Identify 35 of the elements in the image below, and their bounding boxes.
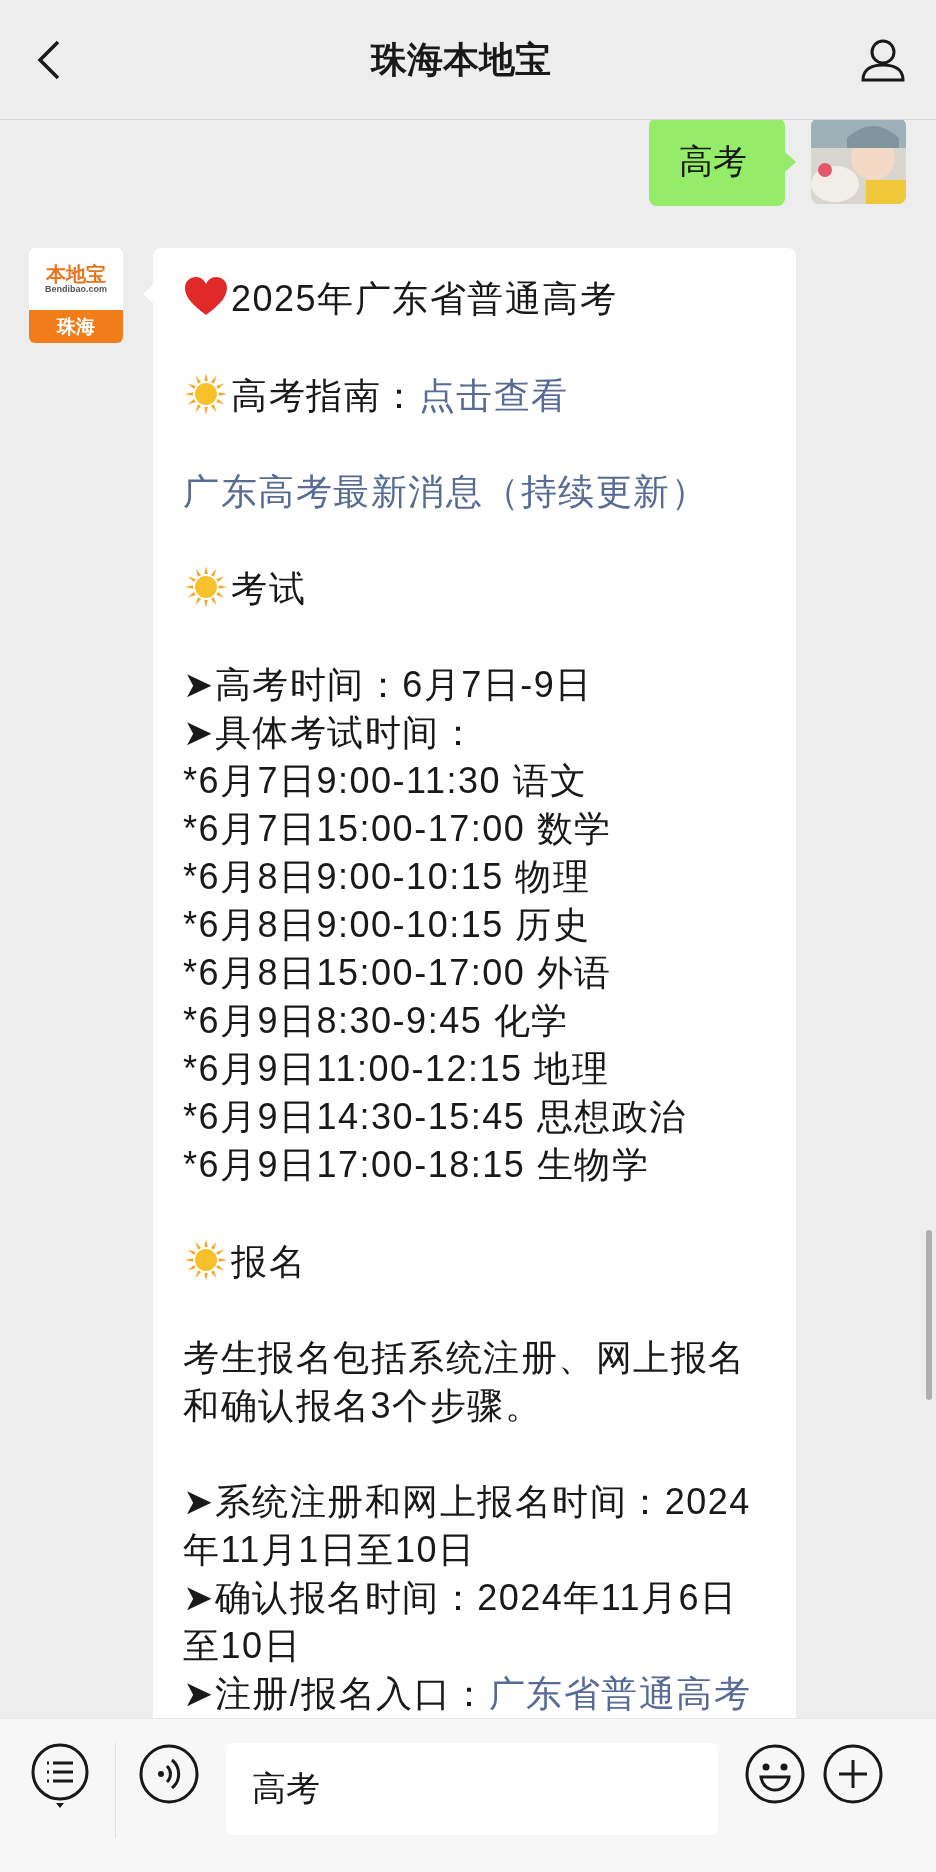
link[interactable]: 广东省普通高考 [488, 1673, 752, 1714]
message-text: *6月8日9:00-10:15 物理 [183, 856, 591, 897]
message-text: ➤系统注册和网上报名时间：2024年11月1日至10日 [183, 1481, 751, 1570]
emoji-icon[interactable] [744, 1743, 806, 1805]
message-text: ➤具体考试时间： [183, 712, 478, 753]
message-input[interactable]: 高考 [226, 1743, 718, 1835]
message-text: *6月9日14:30-15:45 思想政治 [183, 1096, 687, 1137]
bubble-tail [785, 152, 796, 172]
message-text: ➤确认报名时间：2024年11月6日至10日 [183, 1577, 738, 1666]
message-text: *6月8日9:00-10:15 历史 [183, 904, 591, 945]
message-text: *6月8日15:00-17:00 外语 [183, 952, 612, 993]
chat-title: 珠海本地宝 [371, 37, 551, 82]
message-text: 考生报名包括系统注册、网上报名和确认报名3个步骤。 [183, 1337, 746, 1426]
add-icon[interactable] [822, 1743, 884, 1805]
logo-city: 珠海 [29, 310, 123, 343]
message-text: *6月9日8:30-9:45 化学 [183, 1000, 569, 1041]
sent-message: 高考 [649, 120, 785, 206]
message-text: *6月9日17:00-18:15 生物学 [183, 1144, 650, 1185]
section-heading: 高考指南： [231, 375, 419, 416]
logo-site: Bendibao.com [45, 283, 107, 295]
message-text: ➤注册/报名入口： [183, 1673, 489, 1714]
account-logo[interactable]: 本地宝 Bendibao.com 珠海 [29, 248, 123, 343]
message-text: *6月7日9:00-11:30 语文 [183, 760, 588, 801]
message-text: *6月9日11:00-12:15 地理 [183, 1048, 610, 1089]
message-text: *6月7日15:00-17:00 数学 [183, 808, 612, 849]
section-heading: 考试 [231, 568, 306, 609]
logo-text: 本地宝 [46, 263, 106, 284]
link[interactable]: 点击查看 [418, 375, 569, 416]
back-button[interactable] [36, 38, 62, 81]
section-heading: 2025年广东省普通高考 [231, 278, 618, 319]
voice-icon[interactable] [138, 1743, 200, 1805]
message-text: ➤高考时间：6月7日-9日 [183, 664, 593, 705]
menu-icon[interactable] [29, 1743, 91, 1805]
section-heading: 报名 [231, 1241, 306, 1282]
link[interactable]: 广东高考最新消息（持续更新） [183, 471, 708, 512]
